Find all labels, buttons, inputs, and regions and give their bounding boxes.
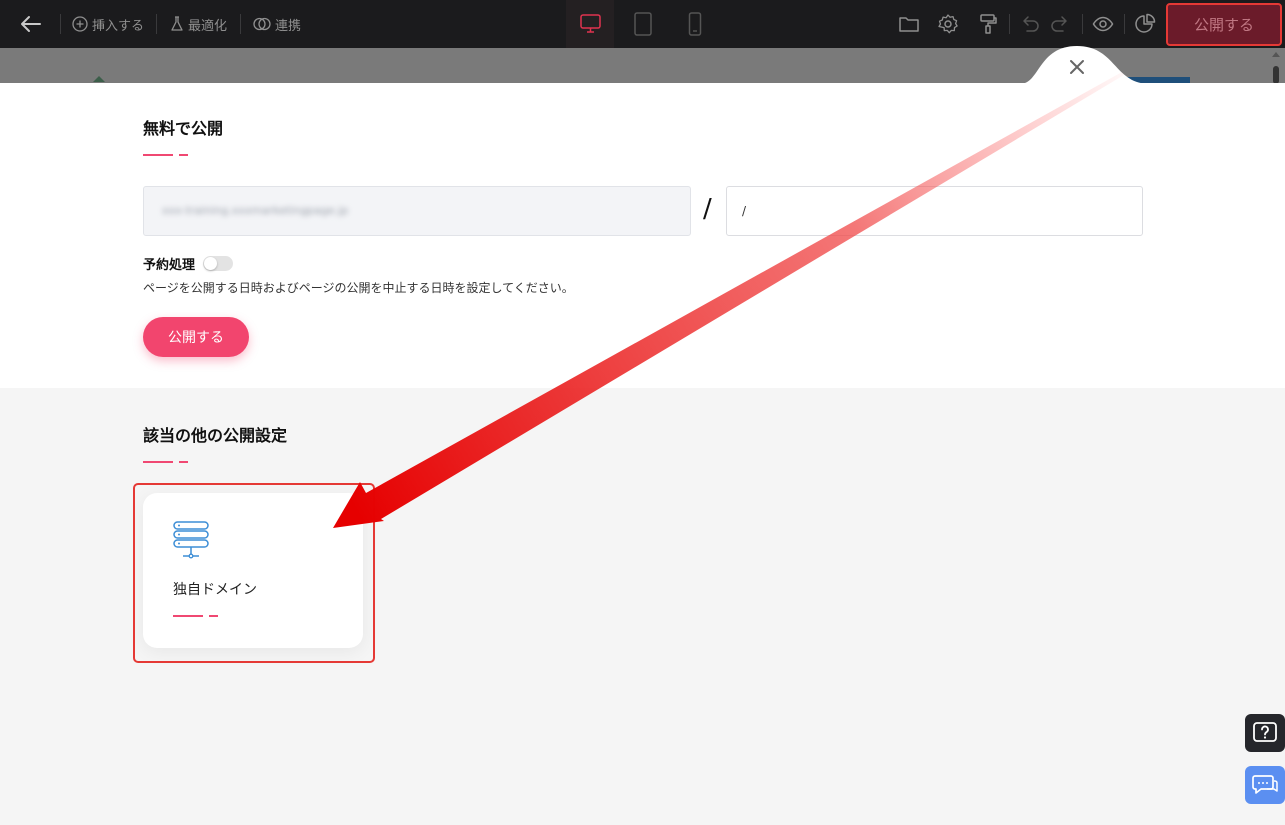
toolbar-divider xyxy=(156,14,157,34)
optimize-label: 最適化 xyxy=(188,18,228,34)
optimize-button[interactable]: 最適化 xyxy=(170,0,227,48)
publish-button-label: 公開する xyxy=(168,330,224,346)
toolbar-divider xyxy=(1009,14,1010,34)
link-label: 連携 xyxy=(275,18,302,34)
insert-label: 挿入する xyxy=(92,18,145,34)
path-separator: / xyxy=(703,194,712,224)
free-publish-title: 無料で公開 xyxy=(143,119,224,138)
domain-prefix-field: xxx-training.xxxmarketingpage.jp xyxy=(143,186,691,236)
mobile-icon[interactable] xyxy=(688,12,702,36)
chat-support-button[interactable] xyxy=(1245,766,1285,804)
title-accent-divider xyxy=(143,154,188,156)
tablet-icon[interactable] xyxy=(633,12,653,36)
domain-prefix-text: xxx-training.xxxmarketingpage.jp xyxy=(162,204,349,217)
desktop-view-tab[interactable] xyxy=(566,0,614,48)
close-icon[interactable] xyxy=(1065,55,1089,79)
publish-button[interactable]: 公開する xyxy=(143,317,249,357)
plus-circle-icon xyxy=(72,16,88,32)
link-icon xyxy=(253,17,271,31)
analytics-pie-icon[interactable] xyxy=(1134,13,1156,35)
desktop-icon xyxy=(580,14,601,33)
flask-icon xyxy=(171,16,183,31)
publish-top-label: 公開する xyxy=(1193,16,1254,34)
top-toolbar: 挿入する 最適化 連携 公開する xyxy=(0,0,1285,48)
help-button[interactable] xyxy=(1245,714,1285,752)
help-question-icon xyxy=(1253,722,1277,742)
annotation-highlight-box xyxy=(133,483,375,663)
undo-icon[interactable] xyxy=(1018,13,1040,35)
scrollbar[interactable] xyxy=(1271,52,1281,84)
schedule-description: ページを公開する日時およびページの公開を中止する日時を設定してください。 xyxy=(143,281,574,295)
redo-icon[interactable] xyxy=(1050,13,1072,35)
toolbar-divider xyxy=(240,14,241,34)
chat-bubble-icon xyxy=(1252,775,1278,794)
gear-icon[interactable] xyxy=(937,13,959,35)
insert-button[interactable]: 挿入する xyxy=(72,0,144,48)
publish-top-button[interactable]: 公開する xyxy=(1166,3,1282,46)
schedule-toggle[interactable] xyxy=(203,256,233,271)
page-path-input[interactable] xyxy=(726,186,1143,236)
toolbar-divider xyxy=(1124,14,1125,34)
preview-eye-icon[interactable] xyxy=(1092,13,1114,35)
schedule-label: 予約処理 xyxy=(143,258,196,273)
toolbar-divider xyxy=(60,14,61,34)
folder-icon[interactable] xyxy=(898,13,920,35)
back-arrow-icon[interactable] xyxy=(18,12,44,36)
toolbar-divider xyxy=(1082,14,1083,34)
other-settings-title: 該当の他の公開設定 xyxy=(143,426,288,445)
link-button[interactable]: 連携 xyxy=(253,0,301,48)
paint-roller-icon[interactable] xyxy=(977,13,999,35)
title-accent-divider xyxy=(143,461,188,463)
